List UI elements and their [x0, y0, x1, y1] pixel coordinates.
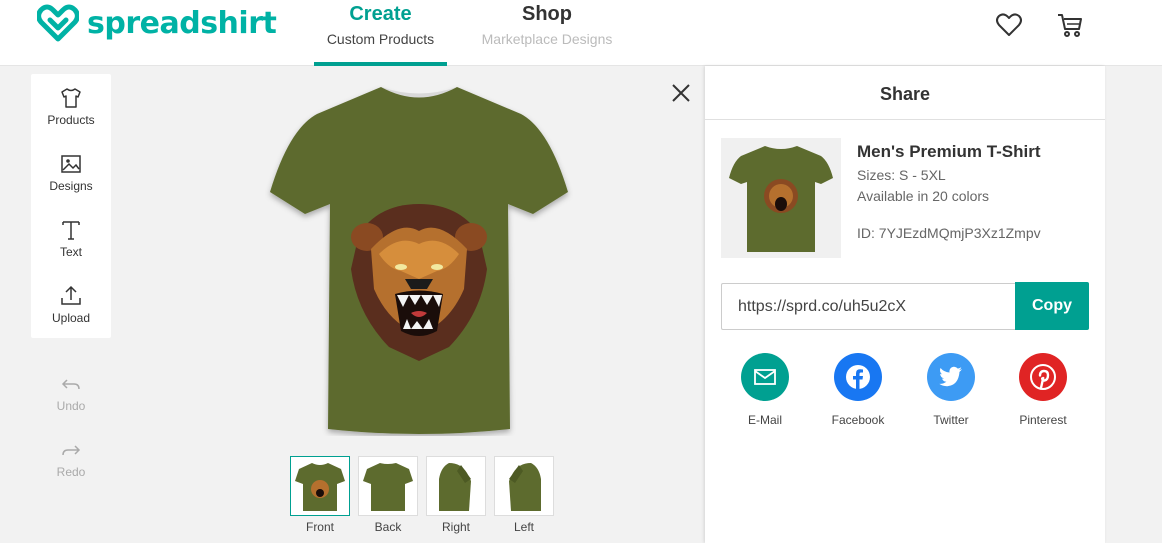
undo-button[interactable]: Undo [31, 375, 111, 413]
undo-label: Undo [56, 399, 86, 413]
share-twitter-label: Twitter [933, 413, 969, 427]
twitter-icon [939, 366, 962, 387]
facebook-icon [846, 365, 870, 389]
tshirt-back-thumb-icon [363, 463, 413, 511]
product-preview[interactable] [263, 84, 575, 436]
share-pinterest-label: Pinterest [1019, 413, 1067, 427]
top-header: spreadshirt Create Custom Products Shop … [0, 0, 1162, 66]
tool-designs[interactable]: Designs [31, 140, 111, 206]
view-label-front: Front [305, 520, 334, 534]
nav-tab-shop[interactable]: Shop Marketplace Designs [472, 0, 622, 66]
share-panel: Share Men's Premium T-Shirt Sizes: S - 5… [705, 66, 1105, 543]
pinterest-circle[interactable] [1019, 353, 1067, 401]
tool-products-label: Products [47, 113, 95, 127]
redo-button[interactable]: Redo [31, 441, 111, 479]
share-twitter[interactable]: Twitter [911, 353, 991, 427]
share-facebook[interactable]: Facebook [818, 353, 898, 427]
tool-designs-label: Designs [49, 179, 93, 193]
share-email[interactable]: E-Mail [725, 353, 805, 427]
nav-create-subtitle: Custom Products [326, 31, 435, 47]
twitter-circle[interactable] [927, 353, 975, 401]
view-thumb-left[interactable] [494, 456, 554, 516]
text-icon [62, 221, 80, 240]
mail-icon [754, 369, 776, 385]
close-icon[interactable] [669, 81, 693, 105]
tool-upload-label: Upload [51, 311, 91, 325]
nav-shop-title: Shop [522, 3, 572, 25]
view-thumb-right[interactable] [426, 456, 486, 516]
product-colors: Available in 20 colors [857, 188, 990, 204]
product-thumbnail [721, 138, 841, 258]
share-url-input[interactable] [721, 283, 1016, 330]
product-name: Men's Premium T-Shirt [857, 142, 1041, 161]
view-label-left: Left [513, 520, 534, 534]
tool-products[interactable]: Products [31, 74, 111, 140]
tool-text[interactable]: Text [31, 206, 111, 272]
view-label-right: Right [441, 520, 470, 534]
tshirt-front-thumb-icon [295, 463, 345, 511]
upload-icon [61, 285, 81, 305]
pinterest-icon [1030, 364, 1056, 390]
nav-shop-subtitle: Marketplace Designs [481, 31, 613, 47]
share-email-label: E-Mail [747, 413, 782, 427]
undo-icon [61, 379, 80, 390]
view-thumb-back[interactable] [358, 456, 418, 516]
nav-create-title: Create [349, 3, 412, 25]
tshirt-right-thumb-icon [439, 463, 471, 511]
image-icon [61, 155, 81, 173]
view-label-back: Back [374, 520, 402, 534]
tshirt-icon [61, 88, 81, 108]
email-circle[interactable] [741, 353, 789, 401]
share-panel-title: Share [705, 66, 1105, 120]
cart-icon[interactable] [1056, 11, 1084, 39]
share-facebook-label: Facebook [831, 413, 885, 427]
nav-tab-create[interactable]: Create Custom Products [314, 0, 447, 66]
redo-label: Redo [56, 465, 86, 479]
logo-heart-icon [37, 4, 79, 42]
view-thumb-front[interactable] [290, 456, 350, 516]
facebook-circle[interactable] [834, 353, 882, 401]
tool-upload[interactable]: Upload [31, 272, 111, 338]
heart-icon[interactable] [995, 11, 1023, 39]
logo-text: spreadshirt [87, 5, 277, 41]
tshirt-left-thumb-icon [509, 463, 541, 511]
tool-sidebar: Products Designs Text Upload [31, 74, 111, 338]
share-pinterest[interactable]: Pinterest [1003, 353, 1083, 427]
redo-icon [62, 445, 81, 456]
product-id: ID: 7YJEzdMQmjP3Xz1Zmpv [857, 225, 1041, 241]
tool-text-label: Text [59, 245, 82, 259]
spreadshirt-logo[interactable]: spreadshirt [37, 4, 277, 42]
copy-button[interactable]: Copy [1015, 282, 1089, 330]
product-sizes: Sizes: S - 5XL [857, 167, 946, 183]
